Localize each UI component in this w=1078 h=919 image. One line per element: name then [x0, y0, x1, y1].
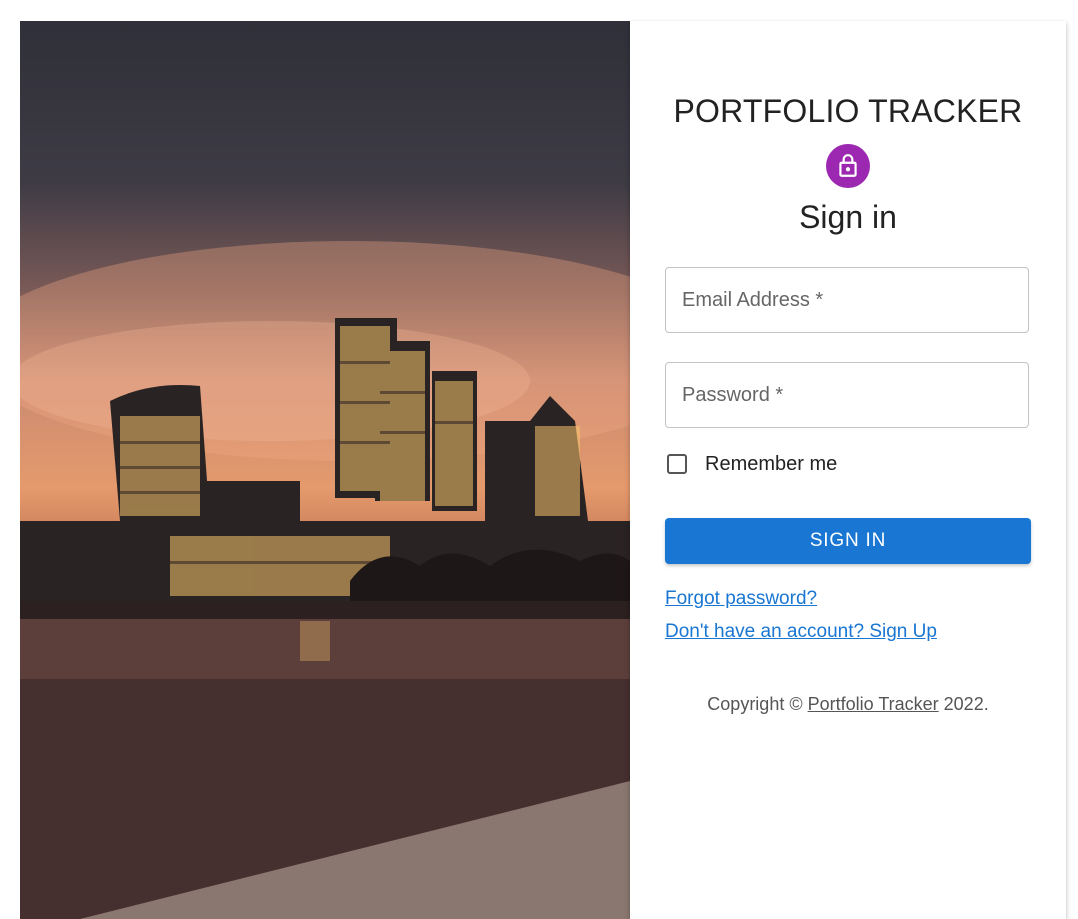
hero-image [20, 21, 630, 919]
remember-me-label: Remember me [705, 452, 838, 475]
lock-avatar [826, 144, 870, 188]
copyright-year: 2022. [938, 694, 989, 714]
city-skyline-illustration [20, 241, 630, 919]
app-title: PORTFOLIO TRACKER [673, 93, 1023, 129]
remember-me-control[interactable]: Remember me [665, 449, 837, 479]
copyright-link[interactable]: Portfolio Tracker [808, 694, 939, 714]
lock-icon [839, 154, 857, 177]
email-field[interactable] [665, 267, 1029, 333]
sign-in-button[interactable]: SIGN IN [665, 518, 1031, 564]
copyright-prefix: Copyright © [707, 694, 808, 714]
forgot-password-link[interactable]: Forgot password? [665, 588, 817, 610]
sign-in-panel: PORTFOLIO TRACKER Sign in Remember me SI… [630, 21, 1066, 919]
password-field[interactable] [665, 362, 1029, 428]
copyright-footer: Copyright © Portfolio Tracker 2022. [630, 694, 1066, 715]
remember-me-checkbox[interactable] [667, 454, 687, 474]
sign-up-link[interactable]: Don't have an account? Sign Up [665, 621, 937, 643]
sign-in-heading: Sign in [799, 199, 897, 235]
